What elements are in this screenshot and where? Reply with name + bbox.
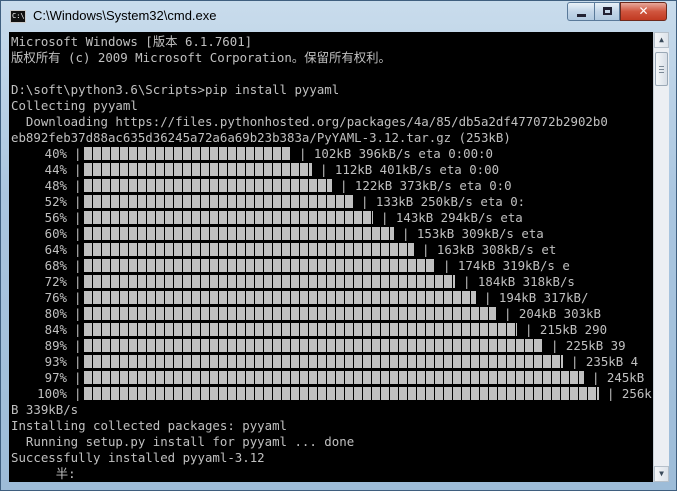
progress-pipe: |: [74, 322, 82, 337]
console-line: B 339kB/s: [11, 402, 79, 417]
progress-pipe: |: [74, 258, 82, 273]
progress-percent: 40%: [44, 146, 67, 161]
progress-percent: 44%: [44, 162, 67, 177]
progress-bar: [84, 307, 496, 320]
progress-percent: 68%: [44, 258, 67, 273]
scroll-thumb[interactable]: [655, 52, 668, 86]
cmd-window: C:\ C:\Windows\System32\cmd.exe ✕ Micros…: [0, 0, 677, 491]
progress-percent: 80%: [44, 306, 67, 321]
progress-pipe: |: [74, 386, 82, 401]
progress-bar: [84, 259, 435, 272]
minimize-icon: [577, 14, 586, 17]
window-title: C:\Windows\System32\cmd.exe: [33, 8, 217, 23]
console-line: Downloading https://files.pythonhosted.o…: [11, 114, 608, 129]
console-line: D:\soft\python3.6\Scripts>pip install py…: [11, 82, 340, 97]
progress-pipe: |: [74, 290, 82, 305]
progress-status: | 204kB 303kB: [504, 306, 601, 321]
progress-bar: [84, 211, 373, 224]
console-line: 版权所有 (c) 2009 Microsoft Corporation。保留所有…: [11, 50, 391, 65]
cmd-icon[interactable]: C:\: [10, 10, 26, 23]
progress-status: | 133kB 250kB/s eta 0:: [361, 194, 526, 209]
progress-status: | 225kB 39: [551, 338, 626, 353]
arrow-up-icon: ▲: [659, 35, 664, 44]
vertical-scrollbar[interactable]: ▲ ▼: [653, 32, 669, 482]
progress-bar: [84, 163, 312, 176]
progress-status: | 194kB 317kB/: [484, 290, 589, 305]
maximize-icon: [603, 7, 612, 15]
minimize-button[interactable]: [567, 2, 594, 21]
progress-percent: 93%: [44, 354, 67, 369]
scroll-up-button[interactable]: ▲: [654, 32, 669, 48]
progress-pipe: |: [74, 338, 82, 353]
progress-status: | 245kB: [592, 370, 645, 385]
close-button[interactable]: ✕: [620, 2, 667, 21]
progress-pipe: |: [74, 194, 82, 209]
progress-status: | 102kB 396kB/s eta 0:00:0: [299, 146, 493, 161]
console-line: Collecting pyyaml: [11, 98, 138, 113]
progress-status: | 112kB 401kB/s eta 0:00: [320, 162, 500, 177]
progress-bar: [84, 195, 353, 208]
arrow-down-icon: ▼: [659, 469, 664, 478]
console-line: Running setup.py install for pyyaml ... …: [11, 434, 355, 449]
progress-bar: [84, 227, 394, 240]
console-line: Microsoft Windows [版本 6.1.7601]: [11, 34, 253, 49]
progress-bar: [84, 275, 455, 288]
progress-status: | 215kB 290: [525, 322, 608, 337]
progress-pipe: |: [74, 274, 82, 289]
progress-percent: 76%: [44, 290, 67, 305]
progress-bar: [84, 323, 517, 336]
progress-percent: 52%: [44, 194, 67, 209]
progress-pipe: |: [74, 210, 82, 225]
progress-percent: 48%: [44, 178, 67, 193]
progress-bar: [84, 291, 476, 304]
scroll-down-button[interactable]: ▼: [654, 466, 669, 482]
progress-percent: 97%: [44, 370, 67, 385]
progress-status: | 122kB 373kB/s eta 0:0: [340, 178, 512, 193]
progress-status: | 163kB 308kB/s et: [422, 242, 557, 257]
progress-pipe: |: [74, 354, 82, 369]
progress-percent: 64%: [44, 242, 67, 257]
progress-bar: [84, 147, 291, 160]
progress-pipe: |: [74, 226, 82, 241]
progress-pipe: |: [74, 178, 82, 193]
progress-pipe: |: [74, 146, 82, 161]
progress-bar: [84, 179, 332, 192]
progress-percent: 84%: [44, 322, 67, 337]
console-output[interactable]: Microsoft Windows [版本 6.1.7601] 版权所有 (c) …: [9, 32, 653, 482]
maximize-button[interactable]: [594, 2, 620, 21]
progress-percent: 56%: [44, 210, 67, 225]
progress-status: | 235kB 4: [571, 354, 639, 369]
progress-bar: [84, 339, 543, 352]
title-bar[interactable]: C:\ C:\Windows\System32\cmd.exe ✕: [1, 1, 676, 31]
progress-bar: [84, 355, 563, 368]
progress-pipe: |: [74, 306, 82, 321]
progress-pipe: |: [74, 162, 82, 177]
progress-status: | 256k: [607, 386, 652, 401]
progress-bar: [84, 243, 414, 256]
progress-percent: 89%: [44, 338, 67, 353]
progress-bar: [84, 387, 599, 400]
console-line: 半:: [11, 466, 76, 481]
close-icon: ✕: [638, 4, 649, 18]
progress-percent: 72%: [44, 274, 67, 289]
progress-percent: 60%: [44, 226, 67, 241]
progress-status: | 143kB 294kB/s eta: [381, 210, 523, 225]
console-line: eb892feb37d88ac635d36245a72a6a69b23b383a…: [11, 130, 511, 145]
progress-percent: 100%: [37, 386, 67, 401]
console-line: Successfully installed pyyaml-3.12: [11, 450, 265, 465]
console-line: Installing collected packages: pyyaml: [11, 418, 288, 433]
progress-pipe: |: [74, 242, 82, 257]
progress-status: | 184kB 318kB/s: [463, 274, 575, 289]
progress-bar: [84, 371, 584, 384]
progress-status: | 153kB 309kB/s eta: [402, 226, 544, 241]
progress-status: | 174kB 319kB/s e: [443, 258, 570, 273]
progress-pipe: |: [74, 370, 82, 385]
